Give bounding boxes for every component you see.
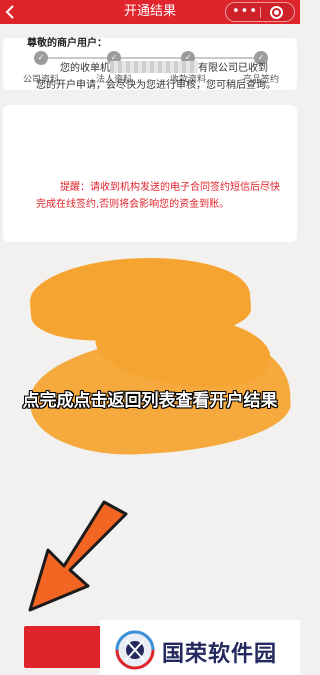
watermark-text: 国荣软件园: [162, 642, 278, 667]
nav-bar: 开通结果 •••: [0, 0, 300, 24]
capsule-divider: [260, 7, 261, 18]
mini-program-capsule: •••: [225, 2, 295, 22]
pointer-arrow-icon: [28, 500, 128, 612]
message-body: 您的收单机 有限公司已收到您的开户申请，会尽快为您进行审核，您可稍后查询。: [36, 60, 276, 94]
greeting: 尊敬的商户用户：: [27, 38, 107, 49]
tutorial-instruction: 点完成点击返回列表查看开户结果: [22, 391, 278, 411]
more-dots-icon[interactable]: •••: [232, 3, 258, 20]
redacted-name: [110, 61, 198, 73]
message-body-start: 您的收单机: [60, 63, 110, 74]
close-circle-icon[interactable]: [270, 6, 283, 19]
reminder-text: 提醒：请收到机构发送的电子合同签约短信后尽快完成在线签约,否则将会影响您的资金到…: [36, 182, 280, 210]
watermark-logo-icon: [115, 630, 155, 670]
steps-line: [41, 57, 261, 59]
result-message-card: [3, 105, 297, 242]
